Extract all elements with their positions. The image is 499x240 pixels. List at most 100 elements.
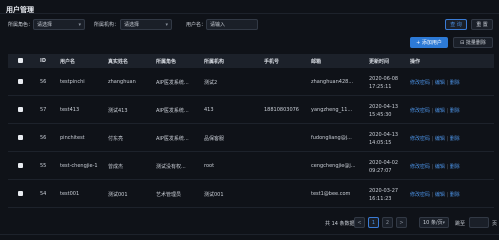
cell-username: test-chengjie-1 [60,163,98,169]
updated-date: 2020-03-27 [369,188,399,194]
header-org: 所属机构 [204,59,225,65]
username-input[interactable]: 请输入 [206,19,258,30]
updated-date: 2020-03-24 [369,208,398,209]
header-email: 邮箱 [311,59,322,65]
cell-username: test001 [60,191,80,197]
cell-email: yangzheng_11... [311,107,353,113]
delete-link[interactable]: 删除 [450,108,460,114]
cell-email: fudongliang@j... [311,135,352,141]
edit-link[interactable]: 编辑 [435,80,445,86]
table-header: ID 用户名 真实姓名 所属角色 所属机构 手机号 邮箱 更新时间 操作 [8,54,494,68]
header-actions: 操作 [410,59,421,65]
chevron-down-icon: ▾ [442,220,445,226]
cell-phone: 18810803076 [264,107,299,113]
table-row: 57 test413 测试413 AIP医发系统... 413 18810803… [8,96,494,124]
change-password-link[interactable]: 修改密码 [410,164,430,170]
change-password-link[interactable]: 修改密码 [410,80,430,86]
cell-realname: 测试001 [108,192,128,198]
cell-org: 413 [204,107,214,113]
cell-updated: 2020-03-24 [369,208,398,209]
user-table: ID 用户名 真实姓名 所属角色 所属机构 手机号 邮箱 更新时间 操作 56 … [8,54,494,209]
change-password-link[interactable]: 修改密码 [410,136,430,142]
delete-link[interactable]: 删除 [450,164,460,170]
cell-updated: 2020-03-27 16:11:23 [369,187,398,203]
table-row: 56 testpinchi zhanghuan AIP医发系统... 测试2 z… [8,68,494,96]
action-separator: | [446,80,449,86]
edit-link[interactable]: 编辑 [435,108,445,114]
cell-email: zhanghuan428... [311,79,354,85]
delete-link[interactable]: 删除 [450,80,460,86]
action-separator: | [431,164,434,170]
cell-org: 测试001 [204,192,224,198]
prev-page-button[interactable]: < [354,217,365,228]
cell-actions: 修改密码 | 编辑 | 删除 [410,191,460,198]
action-separator: | [431,108,434,114]
header-phone: 手机号 [264,59,280,65]
cell-updated: 2020-04-13 15:45:30 [369,103,398,119]
cell-org: 测试2 [204,80,218,86]
cell-actions: 修改密码 | 编辑 | 删除 [410,79,460,86]
action-separator: | [446,192,449,198]
change-password-link[interactable]: 修改密码 [410,108,430,114]
org-select[interactable]: 请选择 ▾ [120,19,172,30]
cell-email: test1@bee.com [311,191,351,197]
delete-link[interactable]: 删除 [450,136,460,142]
cell-role: 艺术管理员 [156,192,182,198]
row-checkbox[interactable] [18,79,23,84]
updated-time: 14:05:15 [369,140,392,146]
action-separator: | [446,164,449,170]
role-select-value: 请选择 [37,22,53,28]
cell-email: cengchengjie@j... [311,163,356,169]
delete-link[interactable]: 删除 [450,192,460,198]
batch-delete-label: 批量删除 [465,40,486,46]
goto-page-input[interactable] [469,217,489,228]
cell-realname: 测试413 [108,108,128,114]
edit-link[interactable]: 编辑 [435,136,445,142]
change-password-link[interactable]: 修改密码 [410,192,430,198]
add-user-button[interactable]: + 添加用户 [410,37,448,48]
cell-id: 54 [40,191,47,197]
chevron-down-icon: ▾ [165,22,168,28]
edit-link[interactable]: 编辑 [435,164,445,170]
table-row: 2020-03-24 [8,208,494,209]
cell-org: 品保客服 [204,136,225,142]
updated-date: 2020-04-13 [369,104,399,110]
cell-role: 测试没有权... [156,164,186,170]
row-checkbox[interactable] [18,191,23,196]
row-checkbox[interactable] [18,135,23,140]
batch-delete-button[interactable]: ⊟ 批量删除 [453,37,493,48]
updated-date: 2020-06-08 [369,76,399,82]
header-username: 用户名 [60,59,76,65]
cell-realname: zhanghuan [108,79,136,85]
chevron-down-icon: ▾ [78,22,81,28]
cell-actions: 修改密码 | 编辑 | 删除 [410,107,460,114]
cell-org: root [204,163,215,169]
org-select-value: 请选择 [124,22,140,28]
page-1-button[interactable]: 1 [368,217,379,228]
row-checkbox[interactable] [18,107,23,112]
cell-realname: 付东亮 [108,136,124,142]
cell-id: 57 [40,107,47,113]
cell-id: 56 [40,135,47,141]
title-divider [0,13,499,14]
query-button[interactable]: 查 询 [445,19,467,30]
role-filter-label: 所属角色： [8,22,34,28]
updated-time: 16:11:23 [369,196,392,202]
next-page-button[interactable]: > [396,217,407,228]
action-separator: | [431,192,434,198]
header-realname: 真实姓名 [108,59,129,65]
cell-username: pinchitest [60,135,85,141]
action-separator: | [446,136,449,142]
role-select[interactable]: 请选择 ▾ [33,19,85,30]
row-checkbox[interactable] [18,163,23,168]
cell-role: AIP医发系统... [156,80,189,86]
reset-button[interactable]: 重 置 [471,19,493,30]
page-2-button[interactable]: 2 [382,217,393,228]
edit-link[interactable]: 编辑 [435,192,445,198]
table-row: 56 pinchitest 付东亮 AIP医发系统... 品保客服 fudong… [8,124,494,152]
select-all-checkbox[interactable] [18,58,23,63]
page-size-select[interactable]: 10 条/页 ▾ [419,217,449,228]
page-unit-label: 页 [492,221,498,227]
header-id: ID [40,58,47,64]
bottom-divider [0,234,499,235]
